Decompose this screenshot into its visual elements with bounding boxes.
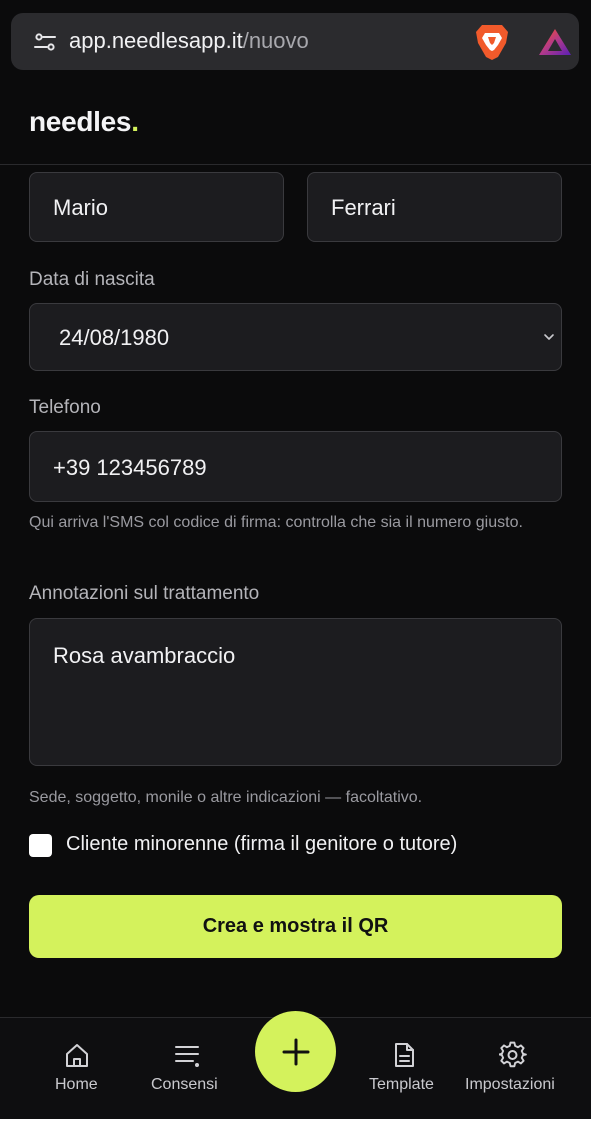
- brave-lion-icon[interactable]: [474, 23, 510, 61]
- minor-checkbox[interactable]: [29, 834, 52, 857]
- phone-value: +39 123456789: [53, 455, 207, 480]
- logo-text: needles: [29, 106, 132, 137]
- nav-item-consensi[interactable]: Consensi: [140, 1018, 234, 1118]
- url-host: app.needlesapp.it: [69, 28, 243, 53]
- plus-icon: [282, 1038, 309, 1065]
- browser-url-bar[interactable]: app.needlesapp.it/nuovo: [11, 13, 579, 70]
- last-name-value: Ferrari: [331, 195, 396, 220]
- app-header: needles.: [0, 70, 591, 165]
- nav-item-home[interactable]: Home: [30, 1018, 124, 1118]
- chevron-down-icon: [544, 334, 554, 340]
- home-icon: [66, 1044, 88, 1067]
- url-path: /nuovo: [242, 28, 309, 53]
- nav-item-template[interactable]: Template: [357, 1018, 451, 1118]
- notes-label: Annotazioni sul trattamento: [29, 583, 260, 604]
- birthdate-select[interactable]: 24/08/1980: [29, 303, 562, 371]
- nav-label-template: Template: [369, 1076, 434, 1093]
- nav-label-consensi: Consensi: [151, 1076, 218, 1093]
- nav-label-home: Home: [55, 1076, 98, 1093]
- gear-icon: [499, 1041, 527, 1068]
- notes-textarea[interactable]: Rosa avambraccio: [29, 618, 562, 766]
- page: app.needlesapp.it/nuovo needles. Mario F…: [0, 0, 591, 1122]
- first-name-field[interactable]: Mario: [29, 172, 284, 242]
- birthdate-value: 24/08/1980: [59, 325, 170, 350]
- triangle-rewards-icon[interactable]: [538, 27, 572, 57]
- phone-hint: Qui arriva l'SMS col codice di firma: co…: [29, 514, 523, 531]
- birthdate-label: Data di nascita: [29, 269, 155, 290]
- list-icon: [175, 1046, 199, 1067]
- add-consent-fab[interactable]: [255, 1011, 336, 1092]
- app-logo[interactable]: needles.: [29, 106, 139, 138]
- notes-hint: Sede, soggetto, monile o altre indicazio…: [29, 789, 423, 806]
- create-qr-button[interactable]: Crea e mostra il QR: [29, 895, 562, 958]
- logo-dot: .: [131, 106, 139, 137]
- url-text[interactable]: app.needlesapp.it/nuovo: [69, 27, 309, 55]
- phone-label: Telefono: [29, 397, 101, 418]
- minor-checkbox-label[interactable]: Cliente minorenne (firma il genitore o t…: [66, 833, 457, 856]
- phone-input[interactable]: +39 123456789: [29, 431, 562, 502]
- last-name-field[interactable]: Ferrari: [307, 172, 562, 242]
- nav-label-impostazioni: Impostazioni: [465, 1076, 555, 1093]
- notes-value: Rosa avambraccio: [53, 643, 236, 668]
- first-name-value: Mario: [53, 195, 109, 220]
- document-icon: [395, 1043, 414, 1067]
- nav-item-impostazioni[interactable]: Impostazioni: [462, 1018, 566, 1118]
- tune-icon[interactable]: [33, 30, 57, 54]
